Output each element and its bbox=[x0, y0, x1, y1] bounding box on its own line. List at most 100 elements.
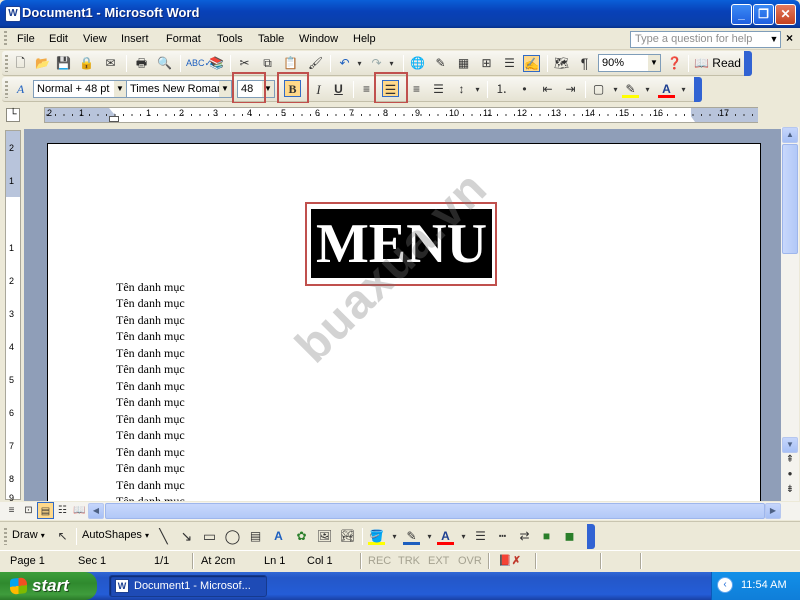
scroll-left-button[interactable]: ◀ bbox=[88, 503, 104, 519]
draw-menu-button[interactable]: Draw ▾ bbox=[12, 529, 45, 541]
text-box-icon[interactable]: ▤ bbox=[247, 528, 264, 545]
3d-style-icon[interactable]: ◼ bbox=[561, 528, 578, 545]
menu-insert[interactable]: Insert bbox=[121, 31, 149, 47]
save-icon[interactable]: 💾 bbox=[55, 55, 72, 72]
vertical-ruler[interactable]: 2 1 1 2 3 4 5 6 7 8 9 bbox=[5, 130, 21, 503]
previous-page-icon[interactable]: ⇞ bbox=[783, 454, 797, 468]
spelling-icon[interactable]: ABC✓ bbox=[186, 55, 212, 72]
select-objects-icon[interactable]: ↖ bbox=[54, 528, 71, 545]
browse-object-icon[interactable]: ● bbox=[783, 469, 797, 483]
research-icon[interactable]: 📚 bbox=[208, 55, 225, 72]
menu-edit[interactable]: Edit bbox=[49, 31, 68, 47]
list-item[interactable]: Tên danh mục bbox=[116, 313, 185, 328]
menu-help[interactable]: Help bbox=[353, 31, 376, 47]
columns-icon[interactable]: ☰ bbox=[501, 55, 518, 72]
drawing-icon[interactable]: ✍ bbox=[523, 55, 540, 72]
maximize-button[interactable]: ❐ bbox=[753, 4, 774, 25]
styles-formatting-icon[interactable]: A bbox=[12, 81, 29, 98]
zoom-dropdown-icon[interactable]: ▼ bbox=[648, 55, 660, 71]
help-search-input[interactable]: Type a question for help bbox=[630, 31, 781, 48]
list-item[interactable]: Tên danh mục bbox=[116, 329, 185, 344]
status-ovr[interactable]: OVR bbox=[458, 554, 482, 568]
list-item[interactable]: Tên danh mục bbox=[116, 395, 185, 410]
scroll-right-button[interactable]: ▶ bbox=[765, 503, 781, 519]
line-spacing-icon[interactable]: ↕ bbox=[453, 81, 470, 98]
read-button[interactable]: 📖 Read bbox=[694, 55, 741, 72]
italic-button[interactable]: I bbox=[310, 81, 327, 98]
insert-excel-icon[interactable]: ⊞ bbox=[478, 55, 495, 72]
scroll-up-button[interactable]: ▲ bbox=[782, 127, 798, 143]
highlight-icon[interactable]: ✎ bbox=[622, 81, 639, 98]
status-ext[interactable]: EXT bbox=[428, 554, 449, 568]
horizontal-ruler[interactable]: 2 1 1 2 3 4 5 6 7 8 9 10 11 12 13 14 15 … bbox=[44, 107, 758, 123]
vertical-scroll-thumb[interactable] bbox=[782, 144, 798, 254]
font-select[interactable]: Times New Roman ▼ bbox=[126, 80, 232, 98]
autoshapes-menu-button[interactable]: AutoShapes ▾ bbox=[82, 529, 149, 541]
toolbar-options-icon[interactable] bbox=[694, 77, 702, 102]
toolbar-grip[interactable] bbox=[5, 55, 8, 72]
list-item[interactable]: Tên danh mục bbox=[116, 412, 185, 427]
highlight-dropdown-icon[interactable]: ▾ bbox=[639, 81, 656, 98]
font-color-icon[interactable]: A bbox=[437, 528, 454, 545]
open-icon[interactable]: 📂 bbox=[34, 55, 51, 72]
bullets-icon[interactable]: • bbox=[516, 81, 533, 98]
style-select[interactable]: Normal + 48 pt ▼ bbox=[33, 80, 127, 98]
menu-file[interactable]: File bbox=[17, 31, 35, 47]
horizontal-scroll-thumb[interactable] bbox=[105, 503, 765, 519]
oval-icon[interactable]: ◯ bbox=[224, 528, 241, 545]
status-rec[interactable]: REC bbox=[368, 554, 391, 568]
arrow-style-icon[interactable]: ⇄ bbox=[516, 528, 533, 545]
list-item[interactable]: Tên danh mục bbox=[116, 478, 185, 493]
increase-indent-icon[interactable]: ⇥ bbox=[562, 81, 579, 98]
line-color-dropdown-icon[interactable]: ▾ bbox=[421, 528, 438, 545]
menu-tools[interactable]: Tools bbox=[217, 31, 243, 47]
right-indent-marker[interactable] bbox=[685, 115, 695, 122]
tab-selector-icon[interactable]: └ bbox=[6, 108, 20, 122]
reading-layout-icon[interactable]: 📖 bbox=[71, 502, 88, 519]
help-dropdown-icon[interactable]: ▼ bbox=[767, 31, 781, 48]
web-layout-icon[interactable]: ⊡ bbox=[20, 502, 37, 519]
list-item[interactable]: Tên danh mục bbox=[116, 494, 185, 501]
insert-picture-icon[interactable]: 🏞 bbox=[339, 528, 356, 545]
diagram-icon[interactable]: ✿ bbox=[293, 528, 310, 545]
toolbar-grip[interactable] bbox=[5, 81, 8, 98]
line-color-icon[interactable]: ✎ bbox=[403, 528, 420, 545]
font-color-dropdown-icon[interactable]: ▾ bbox=[455, 528, 472, 545]
word-app-icon[interactable]: W bbox=[5, 6, 21, 22]
insert-table-icon[interactable]: ▦ bbox=[455, 55, 472, 72]
help-icon[interactable]: ❓ bbox=[666, 55, 683, 72]
redo-dropdown-icon[interactable]: ▾ bbox=[383, 55, 400, 72]
status-trk[interactable]: TRK bbox=[398, 554, 420, 568]
shadow-style-icon[interactable]: ■ bbox=[538, 528, 555, 545]
line-style-icon[interactable]: ☰ bbox=[472, 528, 489, 545]
menu-window[interactable]: Window bbox=[299, 31, 338, 47]
scroll-down-button[interactable]: ▼ bbox=[782, 437, 798, 453]
dash-style-icon[interactable]: ┅ bbox=[494, 528, 511, 545]
outline-view-icon[interactable]: ☷ bbox=[54, 502, 71, 519]
rectangle-icon[interactable]: ▭ bbox=[201, 528, 218, 545]
list-item[interactable]: Tên danh mục bbox=[116, 362, 185, 377]
close-button[interactable]: ✕ bbox=[775, 4, 796, 25]
document-map-icon[interactable]: 🗺 bbox=[553, 55, 570, 72]
clock[interactable]: 11:54 AM bbox=[741, 579, 787, 591]
menu-table[interactable]: Table bbox=[258, 31, 284, 47]
list-item[interactable]: Tên danh mục bbox=[116, 379, 185, 394]
tables-borders-icon[interactable]: ✎ bbox=[432, 55, 449, 72]
print-icon[interactable]: 🖶 bbox=[133, 55, 150, 72]
normal-view-icon[interactable]: ≡ bbox=[3, 502, 20, 519]
vertical-scrollbar[interactable]: ▲ ▼ ⇞ ● ⇟ bbox=[781, 127, 799, 501]
wordart-icon[interactable]: A bbox=[270, 528, 287, 545]
underline-button[interactable]: U bbox=[330, 81, 347, 98]
justify-icon[interactable]: ☰ bbox=[430, 81, 447, 98]
font-dropdown-icon[interactable]: ▼ bbox=[219, 81, 231, 97]
fill-color-icon[interactable]: 🪣 bbox=[368, 528, 385, 545]
menubar-grip[interactable] bbox=[4, 31, 7, 47]
align-left-icon[interactable]: ≡ bbox=[358, 81, 375, 98]
toolbar-options-icon[interactable] bbox=[587, 524, 595, 549]
menu-format[interactable]: Format bbox=[166, 31, 201, 47]
list-item[interactable]: Tên danh mục bbox=[116, 280, 185, 295]
taskbar-item-word[interactable]: W Document1 - Microsof... bbox=[109, 575, 267, 597]
show-hide-icon[interactable]: ¶ bbox=[576, 55, 593, 72]
arrow-icon[interactable]: ↘ bbox=[178, 528, 195, 545]
minimize-button[interactable]: _ bbox=[731, 4, 752, 25]
